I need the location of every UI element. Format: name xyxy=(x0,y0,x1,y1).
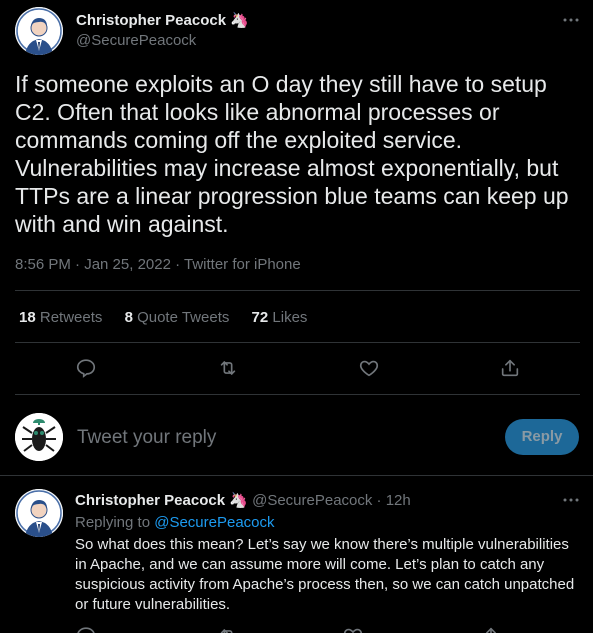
retweet-icon[interactable] xyxy=(217,357,239,379)
divider xyxy=(0,475,593,476)
my-avatar[interactable] xyxy=(15,413,63,461)
tweet-text: If someone exploits an O day they still … xyxy=(15,71,569,237)
unicorn-icon: 🦄 xyxy=(229,492,248,509)
share-icon[interactable] xyxy=(480,625,502,633)
divider xyxy=(15,290,580,291)
likes-stat[interactable]: 72 Likes xyxy=(252,309,308,326)
reply-icon[interactable] xyxy=(75,357,97,379)
reply-author-name[interactable]: Christopher Peacock 🦄 @SecurePeacock · 1… xyxy=(75,491,411,509)
quote-tweets-stat[interactable]: 8 Quote Tweets xyxy=(125,309,230,326)
reply-button[interactable]: Reply xyxy=(505,419,579,455)
reply-text: So what does this mean? Let’s say we kno… xyxy=(75,536,575,613)
more-options-icon[interactable] xyxy=(561,490,581,510)
author-handle[interactable]: @SecurePeacock xyxy=(76,32,196,49)
author-avatar[interactable] xyxy=(15,7,63,55)
retweets-stat[interactable]: 18 Retweets xyxy=(19,309,102,326)
divider xyxy=(15,394,580,395)
divider xyxy=(15,342,580,343)
share-icon[interactable] xyxy=(499,357,521,379)
replying-to-link[interactable]: @SecurePeacock xyxy=(154,514,274,531)
like-icon[interactable] xyxy=(358,357,380,379)
unicorn-icon: 🦄 xyxy=(230,12,249,29)
replying-to: Replying to @SecurePeacock xyxy=(75,514,275,531)
reply-input[interactable]: Tweet your reply xyxy=(77,427,216,449)
tweet-meta[interactable]: 8:56 PM · Jan 25, 2022 · Twitter for iPh… xyxy=(15,256,301,273)
reply-author-avatar[interactable] xyxy=(15,489,63,537)
like-icon[interactable] xyxy=(342,625,364,633)
reply-handle-time[interactable]: @SecurePeacock · 12h xyxy=(252,492,411,509)
reply-icon[interactable] xyxy=(75,625,97,633)
retweet-icon[interactable] xyxy=(217,625,239,633)
tweet-stats: 18 Retweets 8 Quote Tweets 72 Likes xyxy=(19,309,325,326)
author-name[interactable]: Christopher Peacock 🦄 xyxy=(76,11,249,29)
more-options-icon[interactable] xyxy=(561,10,581,30)
